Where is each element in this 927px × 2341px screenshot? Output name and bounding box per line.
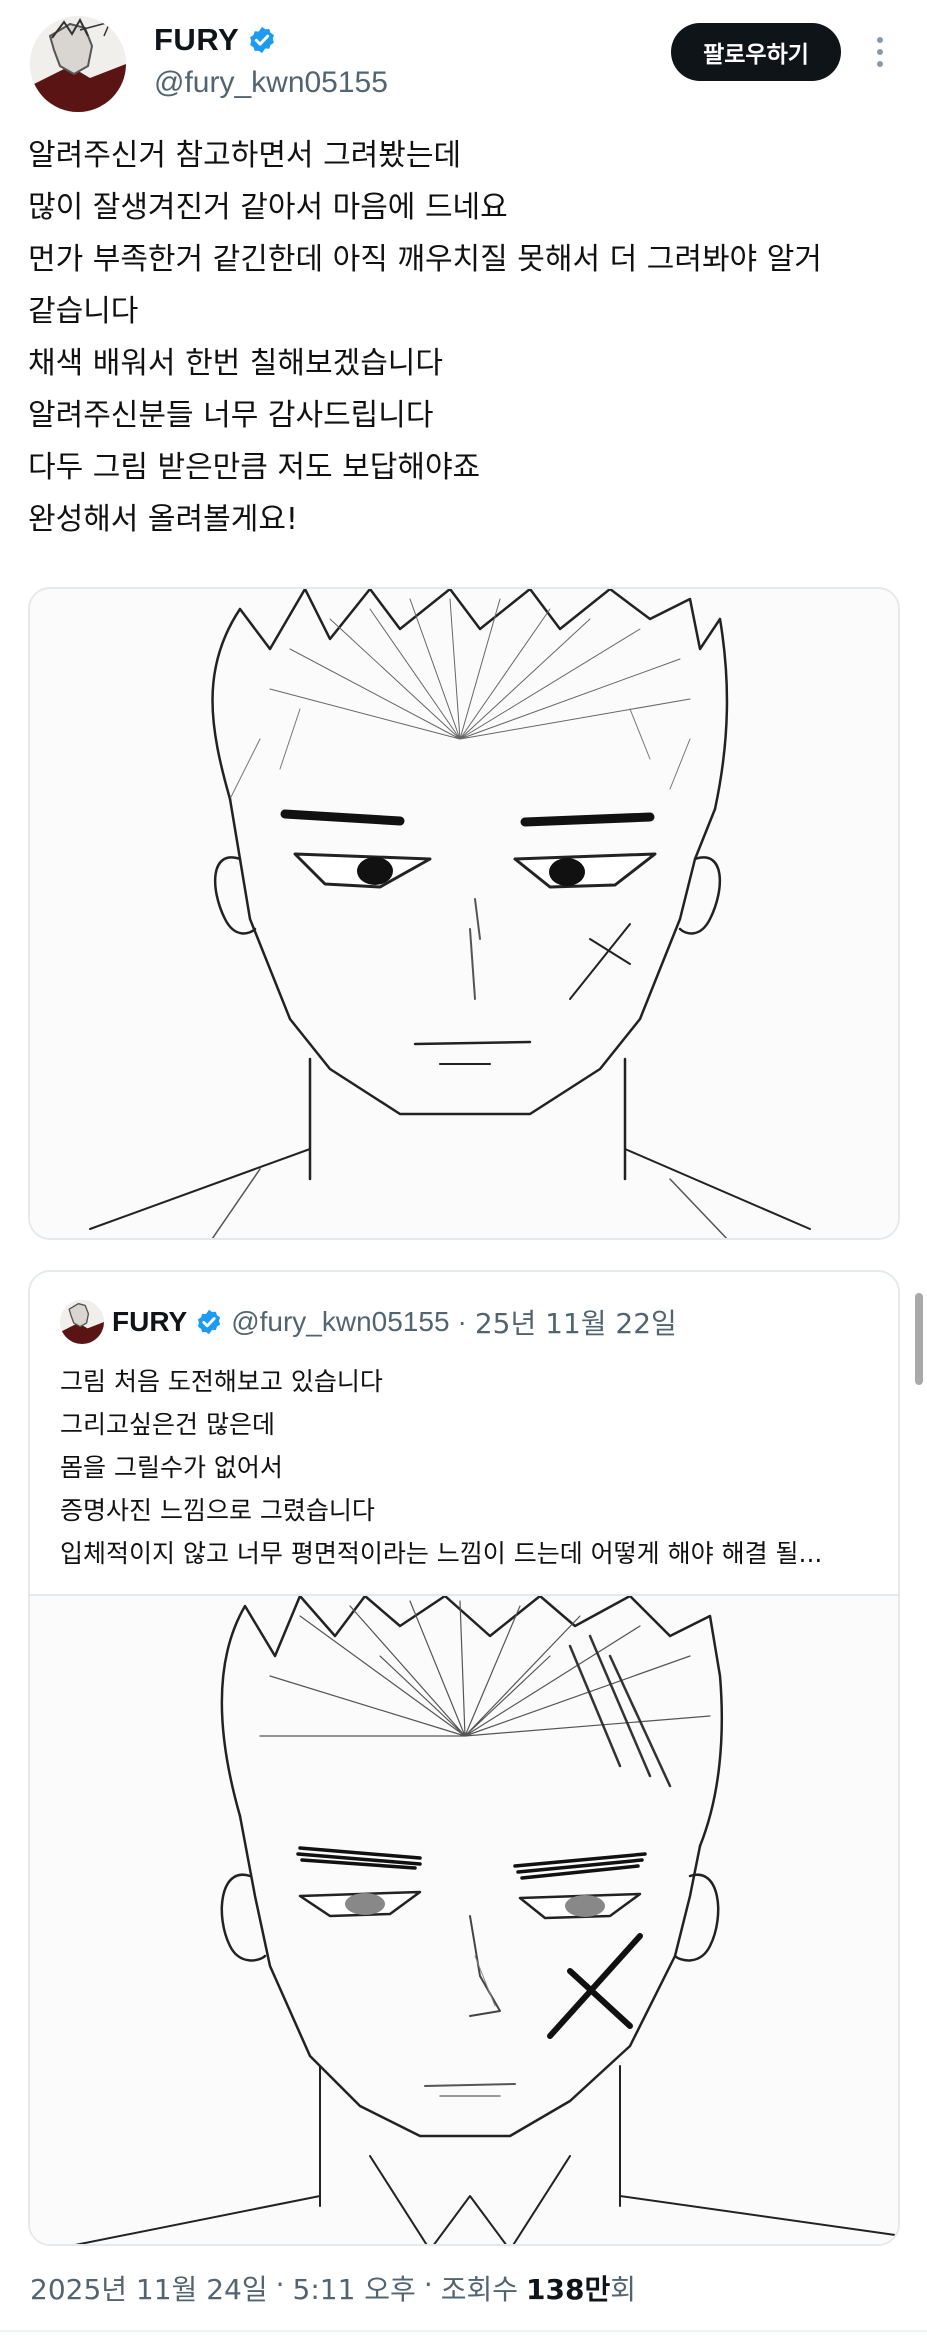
- views-count: 138만: [526, 2273, 611, 2306]
- tweet-image[interactable]: [28, 587, 900, 1240]
- tweet-text: 알려주신거 참고하면서 그려봤는데 많이 잘생겨진거 같아서 마음에 드네요 먼…: [28, 130, 908, 546]
- sketch-drawing: [30, 1594, 898, 2244]
- tweet-line: 알려주신분들 너무 감사드립니다: [28, 398, 434, 433]
- tweet-date[interactable]: 2025년 11월 24일: [30, 2268, 268, 2308]
- avatar-sketch-icon: [60, 1300, 104, 1344]
- follow-button[interactable]: 팔로우하기: [671, 23, 841, 81]
- views-unit: 회: [610, 2273, 636, 2306]
- verified-badge-icon: [250, 26, 275, 54]
- quoted-author-name: FURY: [112, 1306, 188, 1337]
- tweet-line: 채색 배워서 한번 칠해보겠습니다: [28, 346, 444, 381]
- views-label: 조회수: [440, 2273, 519, 2306]
- quoted-line: 입체적이지 않고 너무 평면적이라는 느낌이 드는데 어떻게 해야 해결 될..…: [60, 1539, 823, 1568]
- author-avatar[interactable]: [30, 16, 126, 112]
- divider: [0, 2330, 927, 2332]
- quoted-tweet-date: 25년 11월 22일: [474, 1307, 677, 1340]
- tweet-line: 다두 그림 받은만큼 저도 보답해야죠: [28, 450, 481, 485]
- separator-dot: ·: [275, 2268, 285, 2301]
- tweet-meta: 2025년 11월 24일 · 5:11 오후 · 조회수 138만회: [30, 2268, 636, 2308]
- verified-badge-icon: [198, 1309, 221, 1335]
- scrollbar-thumb[interactable]: [915, 1293, 923, 1385]
- views-count-group[interactable]: 138만회: [526, 2268, 636, 2308]
- tweet-line: 같습니다: [28, 294, 139, 329]
- quoted-author-avatar[interactable]: [60, 1300, 104, 1344]
- tweet-line: 많이 잘생겨진거 같아서 마음에 드네요: [28, 190, 508, 225]
- tweet-line: 완성해서 올려볼게요!: [28, 502, 298, 537]
- quoted-tweet-text: 그림 처음 도전해보고 있습니다 그리고싶은건 많은데 몸을 그릴수가 없어서 …: [60, 1360, 880, 1575]
- separator-dot: ·: [423, 2268, 433, 2301]
- tweet-line: 먼가 부족한거 같긴한데 아직 깨우치질 못해서 더 그려봐야 알거: [28, 242, 822, 277]
- author-handle[interactable]: @fury_kwn05155: [154, 66, 388, 100]
- tweet-time[interactable]: 5:11 오후: [293, 2268, 416, 2308]
- author-name[interactable]: FURY: [154, 22, 239, 58]
- more-vertical-icon[interactable]: [865, 30, 895, 74]
- tweet-line: 알려주신거 참고하면서 그려봤는데: [28, 138, 462, 173]
- quoted-tweet[interactable]: FURY @fury_kwn05155 · 25년 11월 22일 그림 처음 …: [28, 1270, 900, 2246]
- quoted-line: 그림 처음 도전해보고 있습니다: [60, 1367, 383, 1396]
- quoted-line: 몸을 그릴수가 없어서: [60, 1453, 283, 1482]
- avatar-sketch-icon: [30, 16, 126, 112]
- quoted-tweet-header: FURY @fury_kwn05155 · 25년 11월 22일: [60, 1300, 677, 1344]
- quoted-line: 증명사진 느낌으로 그렸습니다: [60, 1496, 375, 1525]
- quoted-author-handle: @fury_kwn05155: [231, 1306, 450, 1337]
- quoted-tweet-image[interactable]: [30, 1594, 898, 2244]
- author-name-row[interactable]: FURY: [154, 22, 277, 58]
- quoted-line: 그리고싶은건 많은데: [60, 1410, 275, 1439]
- sketch-drawing: [30, 589, 898, 1238]
- tweet-header: FURY @fury_kwn05155 팔로우하기: [30, 16, 900, 112]
- separator-dot: ·: [457, 1306, 467, 1337]
